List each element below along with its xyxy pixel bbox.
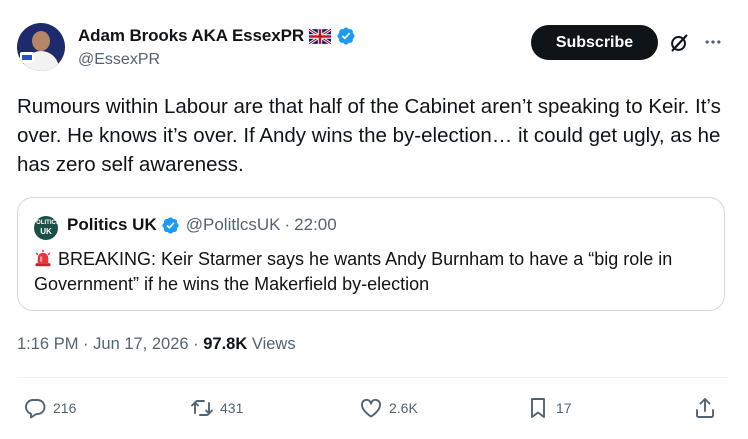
quote-time: 22:00	[294, 215, 337, 234]
rotating-light-icon	[35, 249, 51, 267]
repost-count: 431	[220, 400, 244, 416]
tweet-date[interactable]: Jun 17, 2026	[93, 335, 188, 353]
tweet-meta: 1:16 PM · Jun 17, 2026 · 97.8K Views	[17, 335, 296, 354]
quote-avatar-line2: UK	[40, 227, 52, 236]
quote-avatar[interactable]: POLITICS UK	[32, 216, 60, 240]
actions-divider	[17, 377, 729, 378]
heart-icon	[361, 398, 381, 418]
quote-verified-badge-icon	[162, 216, 179, 234]
share-button[interactable]	[693, 396, 717, 420]
reply-count: 216	[53, 400, 77, 416]
subscribe-button[interactable]: Subscribe	[531, 25, 658, 60]
tweet-text: Rumours within Labour are that half of t…	[17, 95, 721, 176]
avatar-badge	[20, 52, 34, 63]
quote-author-handle: @PolitlcsUK	[185, 215, 281, 234]
views-label: Views	[251, 335, 296, 353]
grok-icon[interactable]	[668, 32, 690, 54]
quoted-tweet[interactable]: POLITICS UK Politics UK @PolitlcsUK · 22…	[17, 197, 725, 311]
bookmark-icon	[531, 398, 545, 418]
reply-button[interactable]: 216	[23, 396, 76, 420]
like-button[interactable]: 2.6K	[359, 396, 418, 420]
quote-separator: ·	[284, 215, 291, 234]
bookmark-count: 17	[556, 400, 572, 416]
author-avatar[interactable]	[17, 23, 65, 71]
repost-button[interactable]: 431	[190, 396, 243, 420]
quote-header: Politics UK @PolitlcsUK · 22:00	[67, 215, 337, 235]
author-name-row: Adam Brooks AKA EssexPR	[78, 26, 356, 46]
share-icon	[696, 398, 714, 418]
verified-badge-icon[interactable]	[336, 26, 356, 46]
views-count: 97.8K	[203, 335, 248, 353]
bookmark-button[interactable]: 17	[526, 396, 572, 420]
meta-separator-2: ·	[193, 335, 199, 353]
meta-separator-1: ·	[83, 335, 89, 353]
quote-text-block: BREAKING: Keir Starmer says he wants And…	[34, 247, 714, 297]
avatar-head	[32, 31, 50, 51]
quote-avatar-line1: POLITICS	[32, 220, 60, 226]
like-count: 2.6K	[389, 400, 418, 416]
author-handle[interactable]: @EssexPR	[78, 51, 160, 69]
author-name[interactable]: Adam Brooks AKA EssexPR	[78, 26, 304, 46]
tweet-time[interactable]: 1:16 PM	[17, 335, 78, 353]
uk-flag-icon	[309, 28, 332, 44]
quote-author-name[interactable]: Politics UK	[67, 215, 157, 235]
reply-icon	[25, 399, 46, 419]
repost-icon	[191, 400, 213, 416]
more-icon[interactable]	[703, 32, 723, 52]
quote-text: BREAKING: Keir Starmer says he wants And…	[34, 249, 673, 294]
